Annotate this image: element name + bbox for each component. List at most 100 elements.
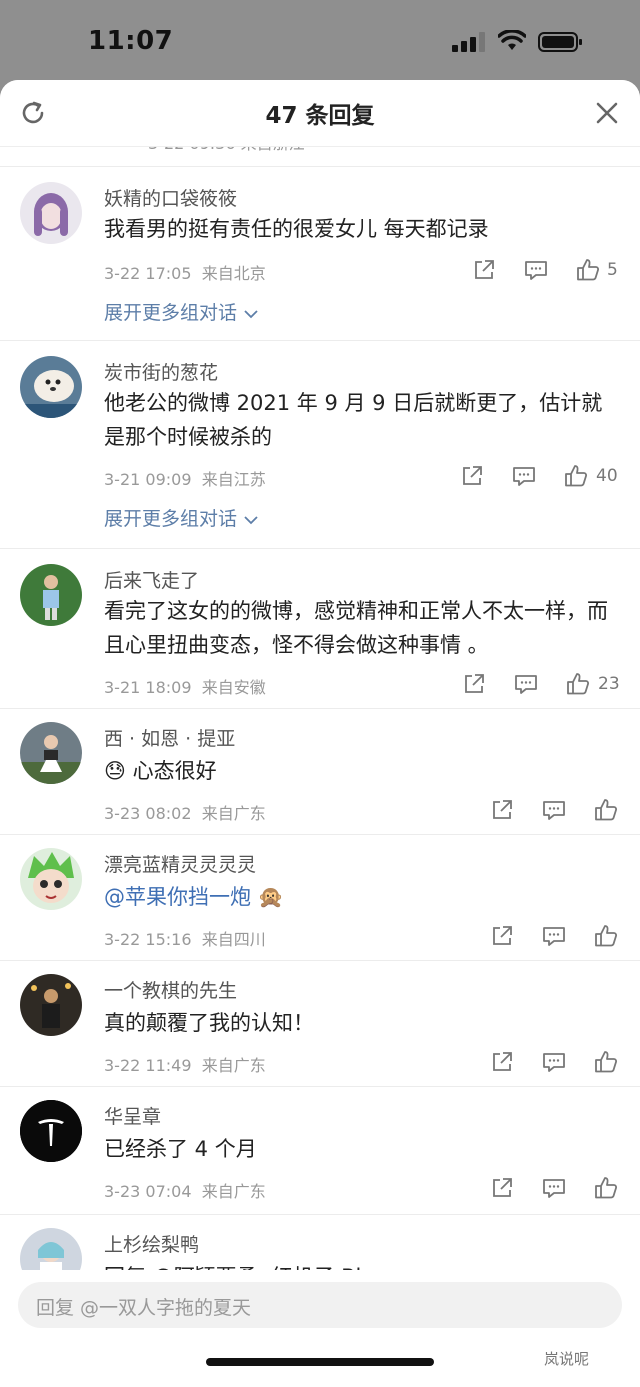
wifi-icon: [498, 30, 526, 50]
comment-date: 3-22 15:16: [104, 930, 192, 949]
home-indicator: [206, 1358, 434, 1366]
comment-date: 3-23 07:04: [104, 1182, 192, 1201]
avatar[interactable]: [20, 1228, 82, 1270]
share-icon[interactable]: [460, 464, 484, 488]
comment-date: 3-22 11:49: [104, 1056, 192, 1075]
like-icon[interactable]: [576, 258, 600, 282]
avatar[interactable]: [20, 722, 82, 784]
comment-text: @苹果你挡一炮 🙊: [104, 880, 614, 914]
like-count: 23: [598, 674, 620, 694]
like-icon[interactable]: [594, 1176, 618, 1200]
like-icon[interactable]: [564, 464, 588, 488]
comment-item: 上杉绘梨鸭 回复 @阿颖要柔: 红机子 Bl...: [0, 1214, 640, 1270]
comment-date: 3-21 09:09: [104, 470, 192, 489]
comment-location: 来自广东: [201, 1182, 266, 1201]
reply-placeholder: 回复 @一双人字拖的夏天: [36, 1297, 252, 1319]
comment-item: 炭市街的葱花 他老公的微博 2021 年 9 月 9 日后就断更了，估计就是那个…: [0, 340, 640, 549]
avatar[interactable]: [20, 848, 82, 910]
comment-icon[interactable]: [514, 672, 538, 696]
avatar[interactable]: [20, 1100, 82, 1162]
comment-list[interactable]: 3-22 09:36 来自浙江 妖精的口袋筱筱 我看男的挺有责任的很爱女儿 每天…: [0, 146, 640, 1270]
like-icon[interactable]: [594, 798, 618, 822]
like-icon[interactable]: [594, 1050, 618, 1074]
emoji: 😓: [104, 759, 126, 783]
comment-item: 西 · 如恩 · 提亚 😓 心态很好 3-23 08:02 来自广东: [0, 708, 640, 835]
status-time: 11:07: [88, 26, 174, 56]
comment-meta: 3-23 08:02 来自广东: [104, 800, 266, 824]
comment-text: 回复 @阿颖要柔: 红机子 Bl...: [104, 1260, 614, 1270]
share-icon[interactable]: [490, 1176, 514, 1200]
comment-meta: 3-21 09:09 来自江苏: [104, 466, 266, 490]
comment-item: 一个教棋的先生 真的颠覆了我的认知！ 3-22 11:49 来自广东: [0, 960, 640, 1087]
share-icon[interactable]: [490, 798, 514, 822]
emoji: 🙊: [257, 885, 284, 909]
chevron-down-icon: [244, 516, 258, 525]
share-icon[interactable]: [462, 672, 486, 696]
comment-icon[interactable]: [542, 798, 566, 822]
comment-meta: 3-22 15:16 来自四川: [104, 926, 266, 950]
comment-location: 来自广东: [201, 1056, 266, 1075]
comment-meta: 3-23 07:04 来自广东: [104, 1178, 266, 1202]
battery-icon: [538, 32, 582, 52]
username[interactable]: 妖精的口袋筱筱: [104, 184, 237, 211]
status-bar: 11:07: [0, 0, 640, 84]
comment-text: 😓 心态很好: [104, 759, 217, 783]
signal-icon: [452, 32, 485, 52]
like-icon[interactable]: [594, 924, 618, 948]
replies-sheet: 47 条回复 3-22 09:36 来自浙江 妖精的口袋筱筱 我看男的挺有责任的…: [0, 80, 640, 1387]
comment-text: 我看男的挺有责任的很爱女儿 每天都记录: [104, 217, 489, 241]
comment-meta: 3-21 18:09 来自安徽: [104, 674, 266, 698]
chevron-down-icon: [244, 310, 258, 319]
comment-date: 3-23 08:02: [104, 804, 192, 823]
like-count: 5: [607, 260, 618, 280]
comment-meta: 3-22 11:49 来自广东: [104, 1052, 266, 1076]
share-icon[interactable]: [490, 924, 514, 948]
comment-location: 来自安徽: [201, 678, 266, 697]
sheet-title: 47 条回复: [265, 103, 375, 129]
comment-location: 来自四川: [201, 930, 266, 949]
comment-text: 已经杀了 4 个月: [104, 1137, 257, 1161]
expand-thread-link[interactable]: 展开更多组对话: [104, 504, 259, 531]
reply-input[interactable]: 回复 @一双人字拖的夏天: [18, 1282, 622, 1328]
comment-text: 真的颠覆了我的认知！: [104, 1011, 314, 1035]
like-icon[interactable]: [566, 672, 590, 696]
like-count: 40: [596, 466, 618, 486]
comment-location: 来自广东: [201, 804, 266, 823]
share-icon[interactable]: [490, 1050, 514, 1074]
expand-thread-link[interactable]: 展开更多组对话: [104, 298, 259, 325]
mention-link[interactable]: @苹果你挡一炮: [104, 885, 251, 909]
username[interactable]: 一个教棋的先生: [104, 976, 237, 1003]
username[interactable]: 漂亮蓝精灵灵灵灵: [104, 850, 256, 877]
avatar[interactable]: [20, 564, 82, 626]
comment-item: 漂亮蓝精灵灵灵灵 @苹果你挡一炮 🙊 3-22 15:16 来自四川: [0, 834, 640, 961]
sheet-header: 47 条回复: [0, 80, 640, 147]
comment-date: 3-22 17:05: [104, 264, 192, 283]
avatar[interactable]: [20, 356, 82, 418]
watermark: 岚说呢: [544, 1350, 590, 1368]
reply-bar: 回复 @一双人字拖的夏天 岚说呢: [0, 1270, 640, 1387]
share-icon[interactable]: [472, 258, 496, 282]
avatar[interactable]: [20, 182, 82, 244]
username[interactable]: 炭市街的葱花: [104, 358, 218, 385]
comment-meta: 3-22 17:05 来自北京: [104, 260, 266, 284]
username[interactable]: 上杉绘梨鸭: [104, 1230, 199, 1257]
comment-text: 看完了这女的的微博，感觉精神和正常人不太一样，而且心里扭曲变态，怪不得会做这种事…: [104, 599, 608, 657]
username[interactable]: 西 · 如恩 · 提亚: [104, 724, 235, 751]
comment-icon[interactable]: [524, 258, 548, 282]
comment-text: 他老公的微博 2021 年 9 月 9 日后就断更了，估计就是那个时候被杀的: [104, 391, 603, 449]
comment-meta: 3-22 09:36 来自浙江: [148, 146, 305, 154]
close-icon[interactable]: [596, 102, 618, 124]
comment-location: 来自北京: [201, 264, 266, 283]
avatar[interactable]: [20, 974, 82, 1036]
username[interactable]: 华呈章: [104, 1102, 161, 1129]
comment-date: 3-21 18:09: [104, 678, 192, 697]
comment-icon[interactable]: [542, 1176, 566, 1200]
comment-icon[interactable]: [542, 924, 566, 948]
comment-location: 来自江苏: [201, 470, 266, 489]
comment-item: 后来飞走了 看完了这女的的微博，感觉精神和正常人不太一样，而且心里扭曲变态，怪不…: [0, 548, 640, 709]
comment-icon[interactable]: [512, 464, 536, 488]
comment-item: 妖精的口袋筱筱 我看男的挺有责任的很爱女儿 每天都记录 3-22 17:05 来…: [0, 166, 640, 341]
username[interactable]: 后来飞走了: [104, 566, 199, 593]
comment-icon[interactable]: [542, 1050, 566, 1074]
comment-item: 华呈章 已经杀了 4 个月 3-23 07:04 来自广东: [0, 1086, 640, 1215]
